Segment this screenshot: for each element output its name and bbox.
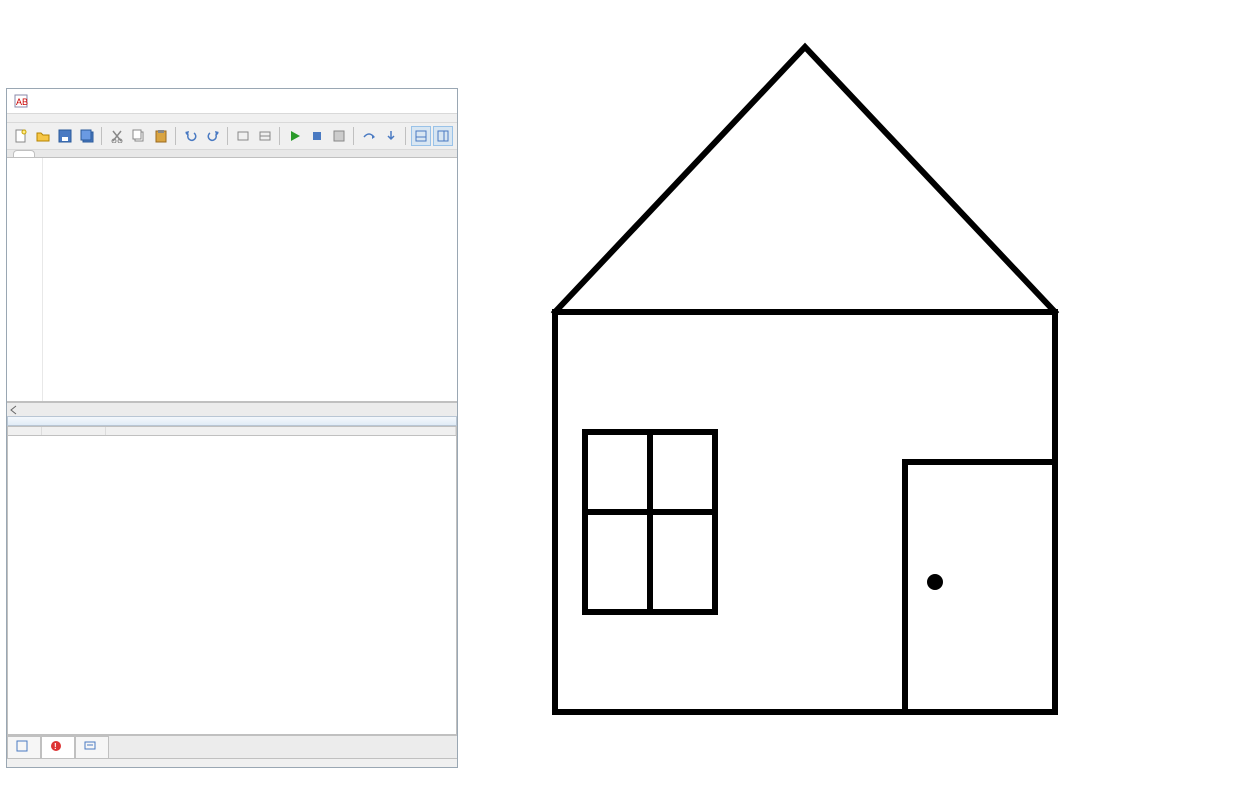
- svg-text:!: !: [54, 742, 57, 751]
- grid-col-desc[interactable]: [106, 427, 456, 435]
- save-icon[interactable]: [55, 126, 75, 146]
- line-gutter: [7, 158, 43, 401]
- app-icon: AB: [13, 93, 29, 109]
- save-all-icon[interactable]: [77, 126, 97, 146]
- copy-icon[interactable]: [129, 126, 149, 146]
- graphics-canvas: [468, 0, 1241, 790]
- menu-edit[interactable]: [23, 114, 39, 122]
- toolbar-sep: [353, 127, 355, 145]
- menu-help[interactable]: [103, 114, 119, 122]
- errorlist-icon: !: [50, 740, 62, 755]
- grid-body: [8, 436, 456, 596]
- open-folder-icon[interactable]: [33, 126, 53, 146]
- panel-toggle-icon[interactable]: [411, 126, 431, 146]
- ide-titlebar: AB: [7, 89, 457, 113]
- menubar: [7, 113, 457, 123]
- code-editor[interactable]: [7, 158, 457, 402]
- house-drawing: [468, 0, 1241, 790]
- errorlist-header: [7, 416, 457, 426]
- menu-modules[interactable]: [87, 114, 103, 122]
- editor-tabbar: [7, 150, 457, 158]
- editor-tab[interactable]: [13, 150, 35, 157]
- toolbar-generic-icon[interactable]: [329, 126, 349, 146]
- step-over-icon[interactable]: [359, 126, 379, 146]
- toolbar-sep: [405, 127, 407, 145]
- new-file-icon[interactable]: [11, 126, 31, 146]
- graph-window[interactable]: [468, 0, 1241, 790]
- menu-program[interactable]: [55, 114, 71, 122]
- undo-icon[interactable]: [181, 126, 201, 146]
- toolbar-sep: [279, 127, 281, 145]
- tab-compiler-messages[interactable]: [75, 736, 109, 758]
- code-area[interactable]: [43, 158, 51, 401]
- tab-errorlist[interactable]: !: [41, 736, 75, 758]
- stop-icon[interactable]: [307, 126, 327, 146]
- ide-window[interactable]: AB: [6, 88, 458, 768]
- grid-col-icon[interactable]: [8, 427, 42, 435]
- statusbar: [7, 758, 457, 767]
- error-grid[interactable]: [7, 426, 457, 735]
- step-into-icon[interactable]: [381, 126, 401, 146]
- cut-icon[interactable]: [107, 126, 127, 146]
- svg-text:AB: AB: [16, 97, 28, 107]
- tab-output[interactable]: [7, 736, 41, 758]
- run-icon[interactable]: [285, 126, 305, 146]
- grid-col-line[interactable]: [42, 427, 106, 435]
- editor-hscrollbar[interactable]: [7, 402, 457, 416]
- menu-service[interactable]: [71, 114, 87, 122]
- grid-header: [8, 427, 456, 436]
- paste-icon[interactable]: [151, 126, 171, 146]
- messages-icon: [84, 740, 96, 755]
- menu-view[interactable]: [39, 114, 55, 122]
- toolbar-sep: [101, 127, 103, 145]
- toolbar-generic-icon[interactable]: [255, 126, 275, 146]
- toolbar-sep: [227, 127, 229, 145]
- toolbar-sep: [175, 127, 177, 145]
- toolbar-generic-icon[interactable]: [233, 126, 253, 146]
- output-icon: [16, 740, 28, 755]
- bottom-tabbar: !: [7, 735, 457, 758]
- toolbar: [7, 123, 457, 150]
- menu-file[interactable]: [7, 114, 23, 122]
- redo-icon[interactable]: [203, 126, 223, 146]
- panel-toggle-icon[interactable]: [433, 126, 453, 146]
